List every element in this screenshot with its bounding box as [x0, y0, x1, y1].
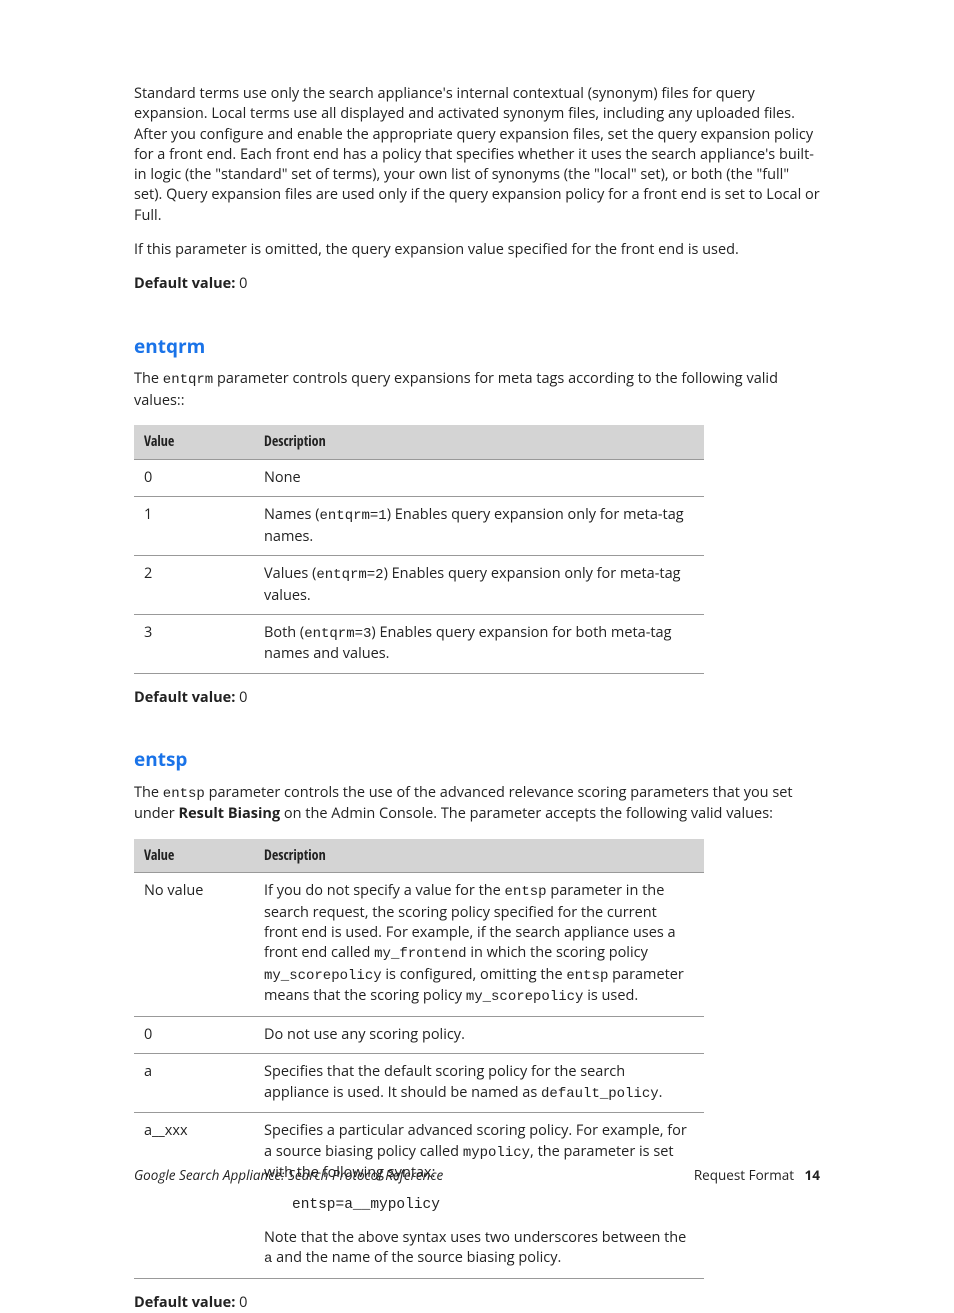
- text: If you do not specify a value for the: [264, 881, 505, 900]
- text: The: [134, 783, 163, 802]
- code-inline: entsp: [505, 884, 547, 900]
- code-inline: entqrm=2: [316, 567, 383, 583]
- code-inline: a: [264, 1251, 272, 1267]
- table-row: 2 Values (entqrm=2) Enables query expans…: [134, 555, 704, 614]
- col-value: Value: [134, 839, 254, 873]
- footer-section: Request Format: [694, 1166, 794, 1184]
- code-inline: mypolicy: [463, 1145, 530, 1161]
- table-header-row: Value Description: [134, 839, 704, 873]
- footer-title: Google Search Appliance: Search Protocol…: [134, 1166, 443, 1185]
- paragraph: The entsp parameter controls the use of …: [134, 783, 820, 825]
- default-value-line: Default value: 0: [134, 688, 820, 708]
- paragraph: Standard terms use only the search appli…: [134, 84, 820, 226]
- text: is used.: [583, 986, 638, 1005]
- cell-desc: Both (entqrm=3) Enables query expansion …: [254, 614, 704, 673]
- code-inline: entsp: [566, 968, 608, 984]
- text: .: [659, 1083, 663, 1102]
- default-value-line: Default value: 0: [134, 1293, 820, 1313]
- document-page: Standard terms use only the search appli…: [0, 0, 954, 1235]
- cell-value: 0: [134, 1017, 254, 1054]
- footer-right: Request Format 14: [694, 1166, 820, 1185]
- bold-text: Result Biasing: [179, 804, 281, 823]
- cell-value: 1: [134, 497, 254, 556]
- col-description: Description: [254, 839, 704, 873]
- cell-value: 2: [134, 555, 254, 614]
- paragraph: The entqrm parameter controls query expa…: [134, 369, 820, 411]
- code-inline: default_policy: [541, 1086, 659, 1102]
- table-row: 0 None: [134, 459, 704, 496]
- paragraph: If this parameter is omitted, the query …: [134, 240, 820, 260]
- heading-entqrm: entqrm: [134, 333, 820, 360]
- cell-desc: None: [254, 459, 704, 496]
- entsp-table: Value Description No value If you do not…: [134, 839, 704, 1279]
- cell-desc: Do not use any scoring policy.: [254, 1017, 704, 1054]
- cell-desc: Values (entqrm=2) Enables query expansio…: [254, 555, 704, 614]
- code-block: entsp=a__mypolicy: [292, 1195, 694, 1215]
- text: The: [134, 369, 163, 388]
- cell-desc: If you do not specify a value for the en…: [254, 873, 704, 1017]
- default-value: 0: [239, 274, 247, 293]
- table-row: a__xxx Specifies a particular advanced s…: [134, 1113, 704, 1278]
- code-inline: entqrm=1: [320, 508, 387, 524]
- code-inline: my_scorepolicy: [466, 989, 584, 1005]
- page-number: 14: [805, 1166, 820, 1184]
- col-value: Value: [134, 425, 254, 459]
- cell-value: 0: [134, 459, 254, 496]
- code-inline: my_scorepolicy: [264, 968, 382, 984]
- page-footer: Google Search Appliance: Search Protocol…: [134, 1166, 820, 1185]
- table-row: 3 Both (entqrm=3) Enables query expansio…: [134, 614, 704, 673]
- cell-desc: Names (entqrm=1) Enables query expansion…: [254, 497, 704, 556]
- code-inline: entsp: [163, 786, 205, 802]
- table-row: 1 Names (entqrm=1) Enables query expansi…: [134, 497, 704, 556]
- text: Note that the above syntax uses two unde…: [264, 1228, 694, 1270]
- text: Values (: [264, 564, 316, 583]
- code-inline: entqrm: [163, 372, 213, 388]
- code-inline: my_frontend: [374, 946, 466, 962]
- table-header-row: Value Description: [134, 425, 704, 459]
- heading-entsp: entsp: [134, 746, 820, 773]
- text: Both (: [264, 623, 304, 642]
- default-label: Default value:: [134, 1293, 235, 1312]
- default-label: Default value:: [134, 688, 235, 707]
- cell-value: a: [134, 1054, 254, 1113]
- table-row: a Specifies that the default scoring pol…: [134, 1054, 704, 1113]
- entqrm-table: Value Description 0 None 1 Names (entqrm…: [134, 425, 704, 674]
- cell-value: No value: [134, 873, 254, 1017]
- text: in which the scoring policy: [467, 943, 648, 962]
- text: on the Admin Console. The parameter acce…: [280, 804, 773, 823]
- table-row: No value If you do not specify a value f…: [134, 873, 704, 1017]
- cell-value: a__xxx: [134, 1113, 254, 1278]
- default-value: 0: [239, 688, 247, 707]
- cell-desc: Specifies a particular advanced scoring …: [254, 1113, 704, 1278]
- table-row: 0 Do not use any scoring policy.: [134, 1017, 704, 1054]
- text: and the name of the source biasing polic…: [272, 1248, 561, 1267]
- default-value-line: Default value: 0: [134, 274, 820, 294]
- text: Note that the above syntax uses two unde…: [264, 1228, 686, 1247]
- cell-desc: Specifies that the default scoring polic…: [254, 1054, 704, 1113]
- text: Names (: [264, 505, 320, 524]
- text: parameter controls query expansions for …: [134, 369, 778, 410]
- text: is configured, omitting the: [382, 965, 567, 984]
- default-value: 0: [239, 1293, 247, 1312]
- code-inline: entqrm=3: [304, 626, 371, 642]
- default-label: Default value:: [134, 274, 235, 293]
- col-description: Description: [254, 425, 704, 459]
- cell-value: 3: [134, 614, 254, 673]
